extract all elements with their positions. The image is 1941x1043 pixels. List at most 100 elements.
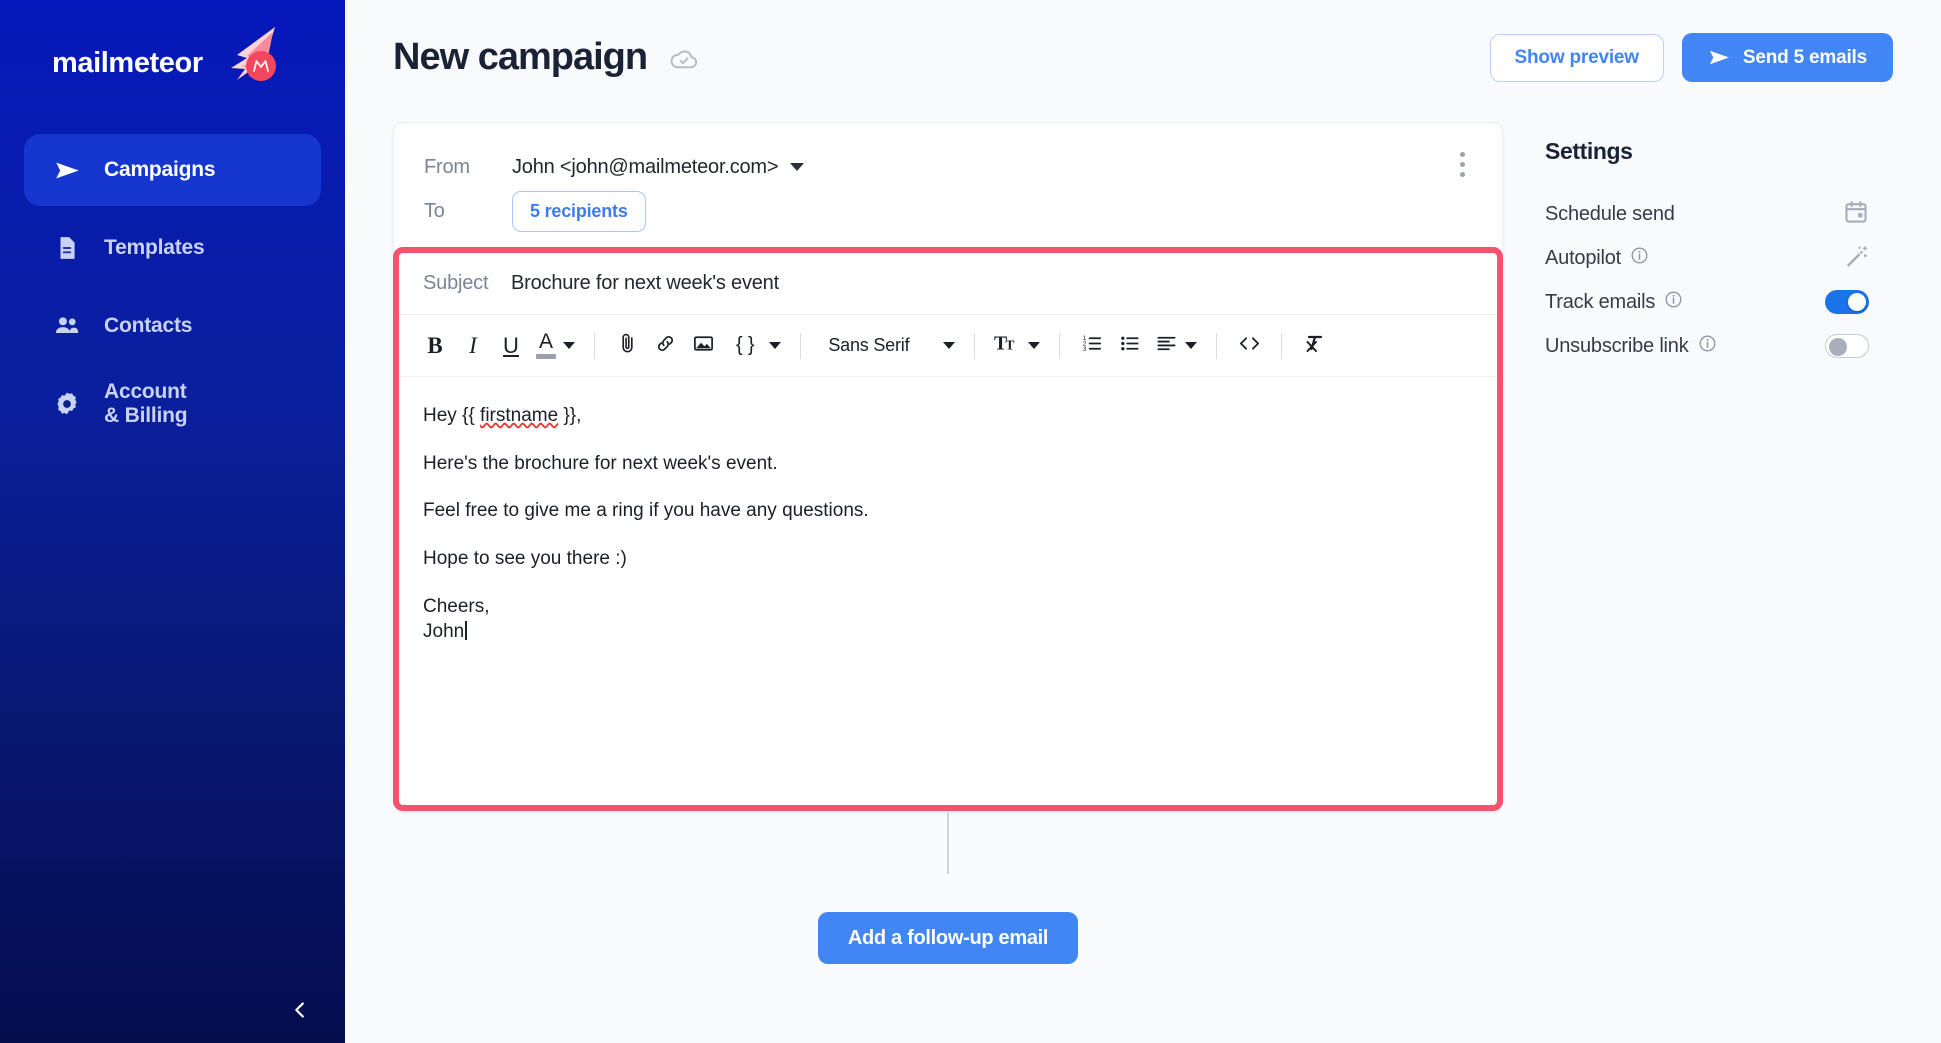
calendar-icon xyxy=(1843,199,1869,230)
composer-column: From John <john@mailmeteor.com> To 5 rec… xyxy=(393,122,1503,964)
sidebar-item-templates[interactable]: Templates xyxy=(24,212,321,284)
merge-field-firstname: firstname xyxy=(480,405,559,426)
recipients-chip[interactable]: 5 recipients xyxy=(512,190,646,232)
setting-autopilot[interactable]: Autopilot xyxy=(1545,236,1869,280)
clear-formatting-icon xyxy=(1302,331,1326,360)
bullet-list-button[interactable] xyxy=(1112,326,1148,366)
font-family-select[interactable]: Sans Serif xyxy=(815,326,960,366)
to-label: To xyxy=(424,199,445,222)
paper-plane-icon xyxy=(52,155,82,185)
numbered-list-button[interactable]: 1 2 3 xyxy=(1074,326,1110,366)
to-row: To 5 recipients xyxy=(424,189,1472,233)
track-emails-control[interactable] xyxy=(1825,290,1869,314)
highlighted-editor-region: Subject Brochure for next week's event B… xyxy=(393,247,1503,811)
bold-button[interactable]: B xyxy=(417,326,453,366)
merge-tag-button[interactable]: { } xyxy=(723,326,786,366)
from-value-text: John <john@mailmeteor.com> xyxy=(512,155,779,178)
sidebar-item-label-multiline: Account & Billing xyxy=(104,380,188,428)
email-body-editor[interactable]: Hey {{ firstname }}, Here's the brochure… xyxy=(399,377,1497,805)
italic-button[interactable]: I xyxy=(455,326,491,366)
setting-schedule-send[interactable]: Schedule send xyxy=(1545,192,1869,236)
bullet-list-icon xyxy=(1119,332,1142,360)
sidebar-item-account-billing[interactable]: Account & Billing xyxy=(24,368,321,440)
cloud-check-icon xyxy=(669,46,699,75)
body-line-1: Hey {{ firstname }}, xyxy=(423,403,1473,429)
composer-headers: From John <john@mailmeteor.com> To 5 rec… xyxy=(394,123,1502,247)
toolbar-divider xyxy=(1059,332,1061,359)
insert-link-button[interactable] xyxy=(647,326,683,366)
send-emails-button[interactable]: Send 5 emails xyxy=(1681,33,1893,82)
sidebar-item-label: Contacts xyxy=(104,314,193,337)
setting-unsubscribe-link[interactable]: Unsubscribe link xyxy=(1545,324,1869,368)
schedule-send-control[interactable] xyxy=(1843,199,1869,230)
setting-label: Schedule send xyxy=(1545,202,1675,225)
insert-image-button[interactable] xyxy=(685,326,721,366)
code-block-button[interactable] xyxy=(1231,326,1267,366)
bold-label: B xyxy=(427,332,443,358)
code-icon xyxy=(1237,332,1262,360)
info-icon[interactable] xyxy=(1664,290,1683,315)
body-text: }}, xyxy=(558,405,582,426)
link-icon xyxy=(654,332,677,360)
chevron-down-icon xyxy=(790,163,805,171)
align-button[interactable] xyxy=(1150,326,1202,366)
toolbar-divider xyxy=(1281,332,1283,359)
unsubscribe-link-toggle[interactable] xyxy=(1825,334,1869,358)
kebab-menu-icon[interactable] xyxy=(1448,147,1476,181)
sidebar-item-campaigns[interactable]: Campaigns xyxy=(24,134,321,206)
setting-track-emails[interactable]: Track emails xyxy=(1545,280,1869,324)
chevron-down-icon xyxy=(769,342,782,349)
body-line-4: Hope to see you there :) xyxy=(423,547,627,569)
clear-formatting-button[interactable] xyxy=(1296,326,1332,366)
setting-label-wrap: Unsubscribe link xyxy=(1545,334,1717,359)
toolbar-divider xyxy=(594,332,595,359)
paper-plane-icon xyxy=(1708,46,1731,69)
font-size-icon: T T xyxy=(994,332,1021,360)
signature-line-2: John xyxy=(423,621,465,643)
info-icon[interactable] xyxy=(1698,334,1717,359)
body-signature: Cheers, John xyxy=(423,594,1473,645)
content-area: From John <john@mailmeteor.com> To 5 rec… xyxy=(345,122,1941,964)
setting-label: Unsubscribe link xyxy=(1545,334,1689,357)
sidebar-item-label-line1: Account xyxy=(104,380,187,403)
settings-panel: Settings Schedule send Autopilot Track e… xyxy=(1503,122,1893,964)
show-preview-button[interactable]: Show preview xyxy=(1489,33,1664,82)
sidebar-collapse-button[interactable] xyxy=(0,981,345,1043)
attach-file-button[interactable] xyxy=(609,326,645,366)
body-line-2: Here's the brochure for next week's even… xyxy=(423,452,778,474)
italic-label: I xyxy=(469,332,477,358)
setting-label-wrap: Autopilot xyxy=(1545,246,1649,271)
toolbar-divider xyxy=(800,332,802,359)
settings-title: Settings xyxy=(1545,138,1633,164)
text-cursor xyxy=(465,621,467,641)
subject-row[interactable]: Subject Brochure for next week's event xyxy=(399,253,1497,315)
unsubscribe-link-control[interactable] xyxy=(1825,334,1869,358)
settings-list: Schedule send Autopilot Track emails Uns… xyxy=(1545,192,1893,368)
subject-input[interactable]: Brochure for next week's event xyxy=(511,272,779,295)
sidebar-item-label: Templates xyxy=(104,236,205,259)
svg-text:T: T xyxy=(1006,337,1015,352)
from-row: From John <john@mailmeteor.com> xyxy=(424,145,1472,189)
sidebar-item-contacts[interactable]: Contacts xyxy=(24,290,321,362)
page-title: New campaign xyxy=(393,36,648,78)
autopilot-control[interactable] xyxy=(1843,243,1869,274)
font-size-button[interactable]: T T xyxy=(989,326,1045,366)
underline-button[interactable]: U xyxy=(493,326,529,366)
brand-logo[interactable]: mailmeteor xyxy=(0,0,345,88)
underline-label: U xyxy=(503,332,519,358)
track-emails-toggle[interactable] xyxy=(1825,290,1869,314)
followup-section: Add a follow-up email xyxy=(393,812,1503,964)
top-bar: New campaign Show preview Send 5 emails xyxy=(345,0,1941,82)
add-followup-email-button[interactable]: Add a follow-up email xyxy=(817,912,1079,964)
align-left-icon xyxy=(1155,332,1178,360)
text-color-button[interactable]: A xyxy=(531,326,580,366)
setting-label: Autopilot xyxy=(1545,246,1622,269)
from-select[interactable]: John <john@mailmeteor.com> xyxy=(512,155,805,179)
toggle-knob xyxy=(1829,338,1847,356)
body-line-3: Feel free to give me a ring if you have … xyxy=(423,500,869,522)
info-icon[interactable] xyxy=(1630,246,1649,271)
chevron-down-icon xyxy=(943,342,956,349)
numbered-list-icon: 1 2 3 xyxy=(1081,332,1104,360)
sidebar-nav: Campaigns Templates Contacts Account & B… xyxy=(0,134,345,440)
toggle-knob xyxy=(1848,293,1866,311)
